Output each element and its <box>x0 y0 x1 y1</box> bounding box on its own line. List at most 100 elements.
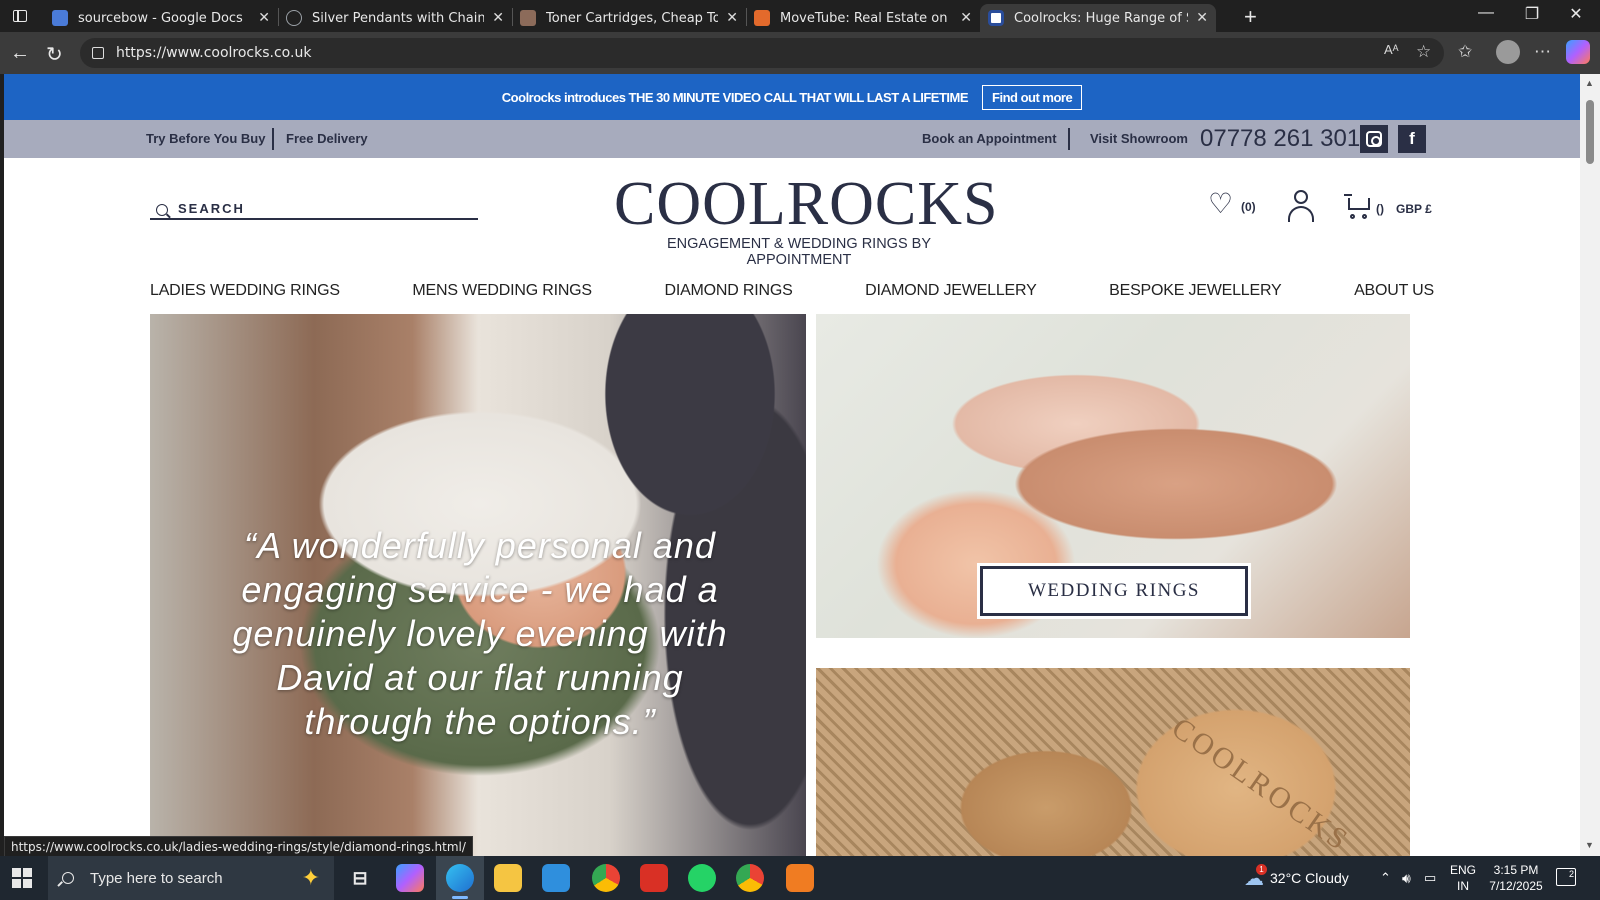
weather-text: 32°C Cloudy <box>1270 870 1349 886</box>
copilot-app-icon[interactable] <box>396 864 424 892</box>
facebook-icon[interactable]: f <box>1398 125 1426 153</box>
chrome-icon[interactable] <box>592 864 620 892</box>
wedding-rings-hero-image[interactable]: WEDDING RINGS <box>816 314 1410 638</box>
book-appointment-link[interactable]: Book an Appointment <box>922 131 1057 146</box>
coolrocks-favicon-icon <box>988 10 1004 26</box>
ring-box-hero-image[interactable]: COOLROCKS <box>816 668 1410 856</box>
address-bar-row: ← ↻ https://www.coolrocks.co.uk Aᴬ ☆ ✩ ⋯ <box>0 32 1600 74</box>
lang-bottom: IN <box>1457 879 1469 893</box>
search-icon <box>156 204 168 216</box>
new-tab-button[interactable]: + <box>1244 4 1257 30</box>
notifications-icon[interactable]: 2 <box>1556 868 1576 886</box>
tab-google-docs[interactable]: sourcebow - Google Docs ✕ <box>44 4 278 32</box>
restore-icon[interactable]: ❐ <box>1512 4 1552 24</box>
tab-movetube[interactable]: MoveTube: Real Estate on Roku, A ✕ <box>746 4 980 32</box>
close-tab-icon[interactable]: ✕ <box>960 10 972 26</box>
find-out-more-button[interactable]: Find out more <box>982 84 1083 110</box>
close-tab-icon[interactable]: ✕ <box>726 10 738 26</box>
testimonial-hero-image[interactable]: “A wonderfully personal and engaging ser… <box>150 314 806 856</box>
menu-ladies-wedding-rings[interactable]: LADIES WEDDING RINGS <box>150 282 340 300</box>
minimize-icon[interactable]: — <box>1466 4 1506 22</box>
scrollbar-thumb[interactable] <box>1586 100 1594 164</box>
clock-time: 3:15 PM <box>1493 863 1539 877</box>
tab-title: sourcebow - Google Docs <box>78 10 243 26</box>
notification-count: 2 <box>1568 869 1574 879</box>
clock-date: 7/12/2025 <box>1489 879 1543 893</box>
globe-icon <box>286 10 302 26</box>
try-before-you-buy-link[interactable]: Try Before You Buy <box>146 131 265 146</box>
wishlist-count: (0) <box>1241 200 1256 214</box>
cart-count: () <box>1376 202 1384 216</box>
network-icon[interactable]: ▭ <box>1424 856 1436 900</box>
more-options-icon[interactable]: ⋯ <box>1534 42 1551 62</box>
promo-text: Coolrocks introduces THE 30 MINUTE VIDEO… <box>501 89 969 105</box>
status-bar-url: https://www.coolrocks.co.uk/ladies-weddi… <box>4 836 473 858</box>
whatsapp-icon[interactable] <box>688 864 716 892</box>
tab-title: Toner Cartridges, Cheap Toner Ca <box>546 10 719 26</box>
copilot-icon[interactable] <box>1566 40 1590 64</box>
volume-icon[interactable]: 🔊︎ <box>1402 856 1411 900</box>
search-label: SEARCH <box>178 200 245 216</box>
account-icon[interactable] <box>1286 190 1316 222</box>
favorites-icon[interactable]: ✩ <box>1458 42 1472 62</box>
logo-tagline: ENGAGEMENT & WEDDING RINGS BY APPOINTMEN… <box>667 236 931 268</box>
menu-about-us[interactable]: ABOUT US <box>1354 282 1434 300</box>
tab-title: Coolrocks: Huge Range of Silver P <box>1014 10 1188 26</box>
profile-avatar[interactable] <box>1496 40 1520 64</box>
edge-browser-icon[interactable] <box>446 864 474 899</box>
ring-box-engraving: COOLROCKS <box>1165 711 1356 856</box>
site-info-icon[interactable] <box>92 47 104 59</box>
tab-coolrocks[interactable]: Coolrocks: Huge Range of Silver P ✕ <box>980 4 1216 32</box>
close-window-icon[interactable]: ✕ <box>1556 4 1596 24</box>
wishlist-heart-icon[interactable]: ♡ <box>1208 190 1233 218</box>
tab-toner-cartridges[interactable]: Toner Cartridges, Cheap Toner Ca ✕ <box>512 4 746 32</box>
menu-mens-wedding-rings[interactable]: MENS WEDDING RINGS <box>412 282 592 300</box>
search-input[interactable]: SEARCH <box>150 198 478 220</box>
tab-silver-pendants[interactable]: Silver Pendants with Chains Archi ✕ <box>278 4 512 32</box>
close-tab-icon[interactable]: ✕ <box>258 10 270 26</box>
currency-selector[interactable]: GBP £ <box>1396 202 1432 216</box>
file-explorer-icon[interactable] <box>494 864 522 892</box>
close-tab-icon[interactable]: ✕ <box>1196 10 1208 26</box>
language-indicator[interactable]: ENG IN <box>1450 862 1476 894</box>
taskbar-search-placeholder: Type here to search <box>90 869 223 887</box>
chrome-profile-icon[interactable] <box>736 864 764 892</box>
logo-name: COOLROCKS <box>614 170 999 238</box>
phone-number[interactable]: 07778 261 301 <box>1200 125 1360 153</box>
video-app-icon[interactable] <box>640 864 668 892</box>
show-hidden-icons[interactable]: ⌃ <box>1380 856 1391 900</box>
toner-favicon-icon <box>520 10 536 26</box>
copilot-sparkle-icon: ✦ <box>301 865 320 890</box>
menu-diamond-jewellery[interactable]: DIAMOND JEWELLERY <box>865 282 1037 300</box>
promo-banner: Coolrocks introduces THE 30 MINUTE VIDEO… <box>4 74 1580 120</box>
menu-diamond-rings[interactable]: DIAMOND RINGS <box>664 282 792 300</box>
windows-taskbar: Type here to search ✦ ⊟ ☁ 1 32°C Cloudy ⌃… <box>0 856 1600 900</box>
free-delivery-link[interactable]: Free Delivery <box>286 131 368 146</box>
wedding-rings-button[interactable]: WEDDING RINGS <box>980 566 1248 616</box>
tab-actions-icon[interactable] <box>0 0 40 32</box>
microsoft-store-icon[interactable] <box>542 864 570 892</box>
weather-badge: 1 <box>1256 863 1267 875</box>
visit-showroom-link[interactable]: Visit Showroom <box>1090 131 1188 146</box>
cloud-icon: ☁ 1 <box>1244 863 1267 891</box>
refresh-icon[interactable]: ↻ <box>46 42 63 67</box>
favorite-star-icon[interactable]: ☆ <box>1416 42 1431 62</box>
menu-bespoke-jewellery[interactable]: BESPOKE JEWELLERY <box>1109 282 1282 300</box>
back-icon[interactable]: ← <box>10 42 30 65</box>
site-logo[interactable]: COOLROCKS ENGAGEMENT & WEDDING RINGS BY … <box>614 170 999 268</box>
xampp-icon[interactable] <box>786 864 814 892</box>
url-text: https://www.coolrocks.co.uk <box>116 45 312 61</box>
url-field[interactable]: https://www.coolrocks.co.uk <box>80 38 1444 68</box>
read-aloud-icon[interactable]: Aᴬ <box>1384 42 1399 57</box>
lang-top: ENG <box>1450 863 1477 877</box>
cart-icon[interactable] <box>1344 192 1374 220</box>
weather-widget[interactable]: ☁ 1 32°C Cloudy <box>1244 856 1349 900</box>
tab-title: Silver Pendants with Chains Archi <box>312 10 485 26</box>
windows-start-icon[interactable] <box>12 868 32 888</box>
instagram-icon[interactable] <box>1360 125 1388 153</box>
task-view-icon[interactable]: ⊟ <box>346 864 374 892</box>
taskbar-clock[interactable]: 3:15 PM 7/12/2025 <box>1486 862 1546 894</box>
page-scrollbar[interactable]: ▲ ▼ <box>1580 74 1600 856</box>
taskbar-search-input[interactable]: Type here to search ✦ <box>48 856 334 900</box>
close-tab-icon[interactable]: ✕ <box>492 10 504 26</box>
